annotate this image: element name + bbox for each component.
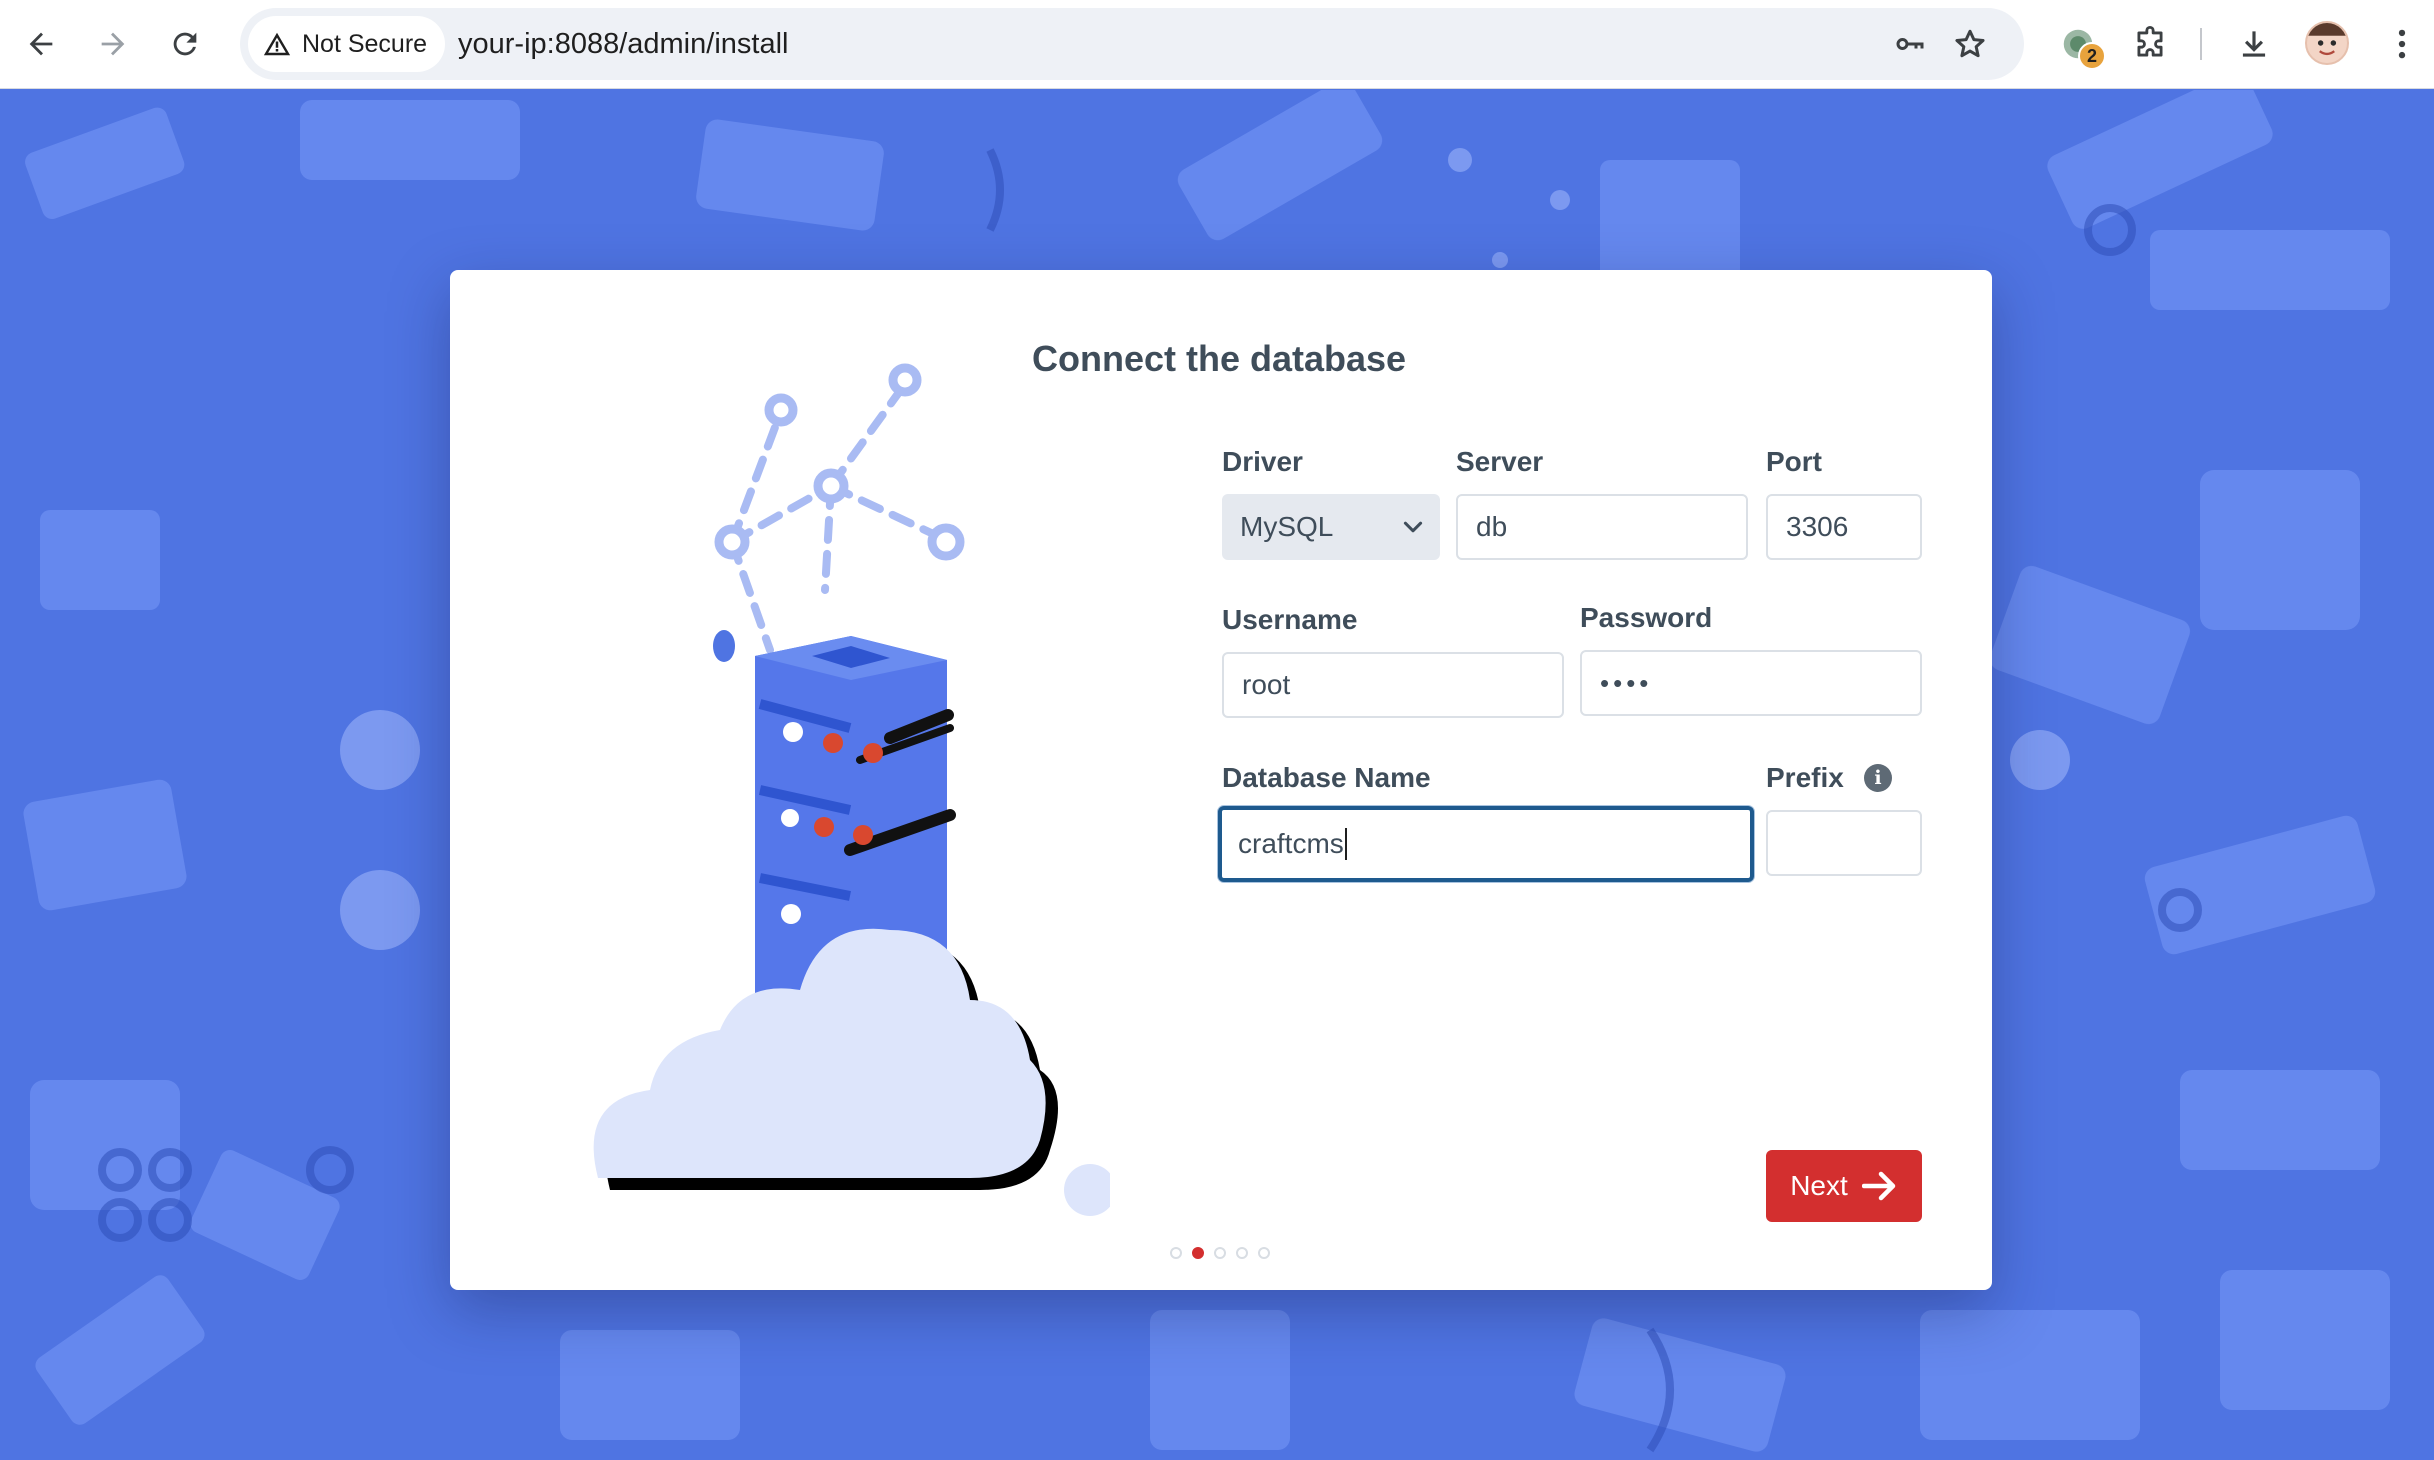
step-dot [1236, 1247, 1248, 1259]
url-text: your-ip:8088/admin/install [458, 28, 789, 60]
more-vertical-icon [2398, 29, 2406, 59]
password-input[interactable]: •••• [1580, 650, 1922, 716]
driver-select[interactable]: MySQL [1222, 494, 1440, 560]
prefix-label: Prefix [1766, 762, 1844, 793]
browser-menu-button[interactable] [2378, 20, 2426, 68]
server-input[interactable]: db [1456, 494, 1748, 560]
download-icon [2242, 31, 2266, 57]
key-icon[interactable] [1892, 26, 1928, 62]
port-value: 3306 [1786, 511, 1849, 542]
port-input[interactable]: 3306 [1766, 494, 1922, 560]
password-masked-value: •••• [1600, 667, 1653, 698]
avatar-face-icon [2307, 23, 2347, 56]
step-dot [1170, 1247, 1182, 1259]
next-button[interactable]: Next [1766, 1150, 1922, 1222]
driver-value: MySQL [1240, 511, 1334, 542]
install-modal: Connect the database Driver MySQL Server… [450, 270, 1992, 1290]
star-icon[interactable] [1952, 26, 1988, 62]
puzzle-icon [2137, 26, 2163, 57]
step-dot [1258, 1247, 1270, 1259]
extension-badge: 2 [2078, 42, 2106, 70]
server-value: db [1476, 511, 1508, 542]
step-indicator [1170, 1247, 1270, 1259]
profile-avatar[interactable] [2305, 21, 2349, 65]
security-label: Not Secure [302, 29, 428, 58]
text-cursor [1344, 828, 1347, 860]
back-button[interactable] [14, 17, 68, 71]
reload-button[interactable] [158, 17, 212, 71]
info-icon[interactable]: i [1864, 764, 1892, 792]
port-label: Port [1766, 446, 1822, 477]
database-name-label: Database Name [1222, 762, 1431, 793]
browser-toolbar: Not Secure your-ip:8088/admin/install 2 [0, 0, 2434, 89]
extensions-button[interactable] [2126, 20, 2174, 68]
page-title: Connect the database [1032, 338, 1407, 379]
prefix-input[interactable] [1766, 810, 1922, 876]
step-dot [1214, 1247, 1226, 1259]
chevron-down-icon [1403, 521, 1423, 533]
downloads-button[interactable] [2230, 20, 2278, 68]
arrow-left-icon [29, 32, 53, 56]
database-name-value: craftcms [1238, 828, 1344, 859]
database-server-illustration [593, 363, 1110, 1216]
username-label: Username [1222, 604, 1358, 635]
arrow-right-icon [101, 32, 125, 56]
username-value: root [1242, 669, 1291, 700]
arrow-right-icon [1861, 1171, 1896, 1201]
step-dot [1192, 1247, 1204, 1259]
driver-label: Driver [1222, 446, 1303, 477]
address-bar[interactable]: Not Secure your-ip:8088/admin/install [240, 8, 2024, 80]
extension-button[interactable]: 2 [2054, 20, 2106, 70]
database-name-input[interactable]: craftcms [1218, 806, 1754, 882]
warning-icon [263, 32, 291, 56]
username-input[interactable]: root [1222, 652, 1564, 718]
forward-button[interactable] [86, 17, 140, 71]
reload-icon [173, 32, 197, 56]
toolbar-divider [2200, 28, 2202, 60]
next-button-label: Next [1790, 1170, 1848, 1201]
security-indicator[interactable]: Not Secure [248, 16, 446, 72]
password-label: Password [1580, 602, 1713, 633]
server-label: Server [1456, 446, 1544, 477]
